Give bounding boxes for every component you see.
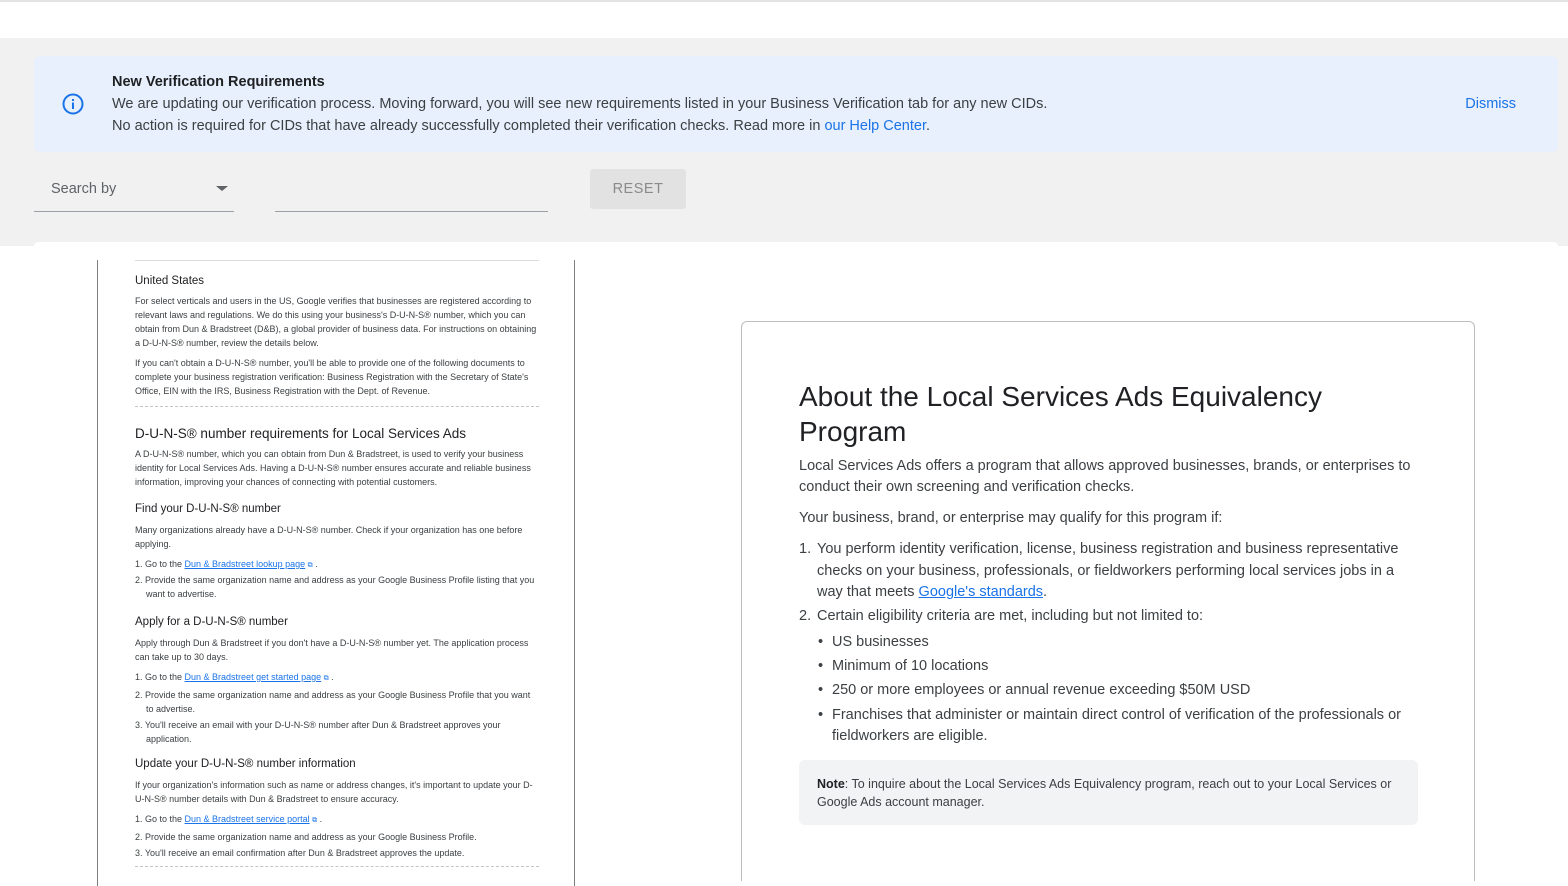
find-heading: Find your D-U-N-S® number [135,503,281,515]
bullet-icon: • [818,707,824,723]
banner-line-2-text: No action is required for CIDs that have… [112,118,825,134]
list-item: 1. Go to the Dun & Bradstreet get starte… [135,670,539,686]
list-number: 2. [799,608,812,624]
banner-line-2: No action is required for CIDs that have… [112,118,930,134]
banner-line-1: We are updating our verification process… [112,96,1048,112]
divider [135,866,539,867]
bullet-item: • US businesses [818,632,1428,653]
bullet-item: • Minimum of 10 locations [818,656,1428,677]
apply-paragraph-text: Apply through Dun & Bradstreet if you do… [135,638,529,662]
find-paragraph-text: Many organizations already have a D-U-N-… [135,525,523,549]
us-paragraph-2: If you can't obtain a D-U-N-S® number, y… [135,356,539,398]
step-text: 1. Go to the [135,672,185,682]
reset-button[interactable]: RESET [590,169,686,209]
list-item: 2. Provide the same organization name an… [135,575,535,599]
divider [135,260,539,261]
step-text: 1. Go to the [135,559,185,569]
us-paragraph-1-text: For select verticals and users in the US… [135,296,537,348]
duns-heading: D-U-N-S® number requirements for Local S… [135,426,467,441]
card-paragraph-1: Local Services Ads offers a program that… [799,458,1411,495]
list-item: 2. Certain eligibility criteria are met,… [799,606,1419,628]
list-item: 3. You'll receive an email confirmation … [135,848,465,858]
verification-banner: New Verification Requirements We are upd… [34,56,1558,152]
list-item: 1. Go to the Dun & Bradstreet service po… [135,812,539,828]
step-text: 1. Go to the [135,814,185,824]
note-box: Note: To inquire about the Local Service… [799,760,1418,825]
search-input[interactable] [275,168,548,212]
us-paragraph-2-text: If you can't obtain a D-U-N-S® number, y… [135,358,529,396]
find-steps: 1. Go to the Dun & Bradstreet lookup pag… [135,557,539,601]
bullet-icon: • [818,658,824,674]
step-suffix: . [328,672,334,682]
bullet-text: Franchises that administer or maintain d… [832,707,1401,744]
card-paragraph-2: Your business, brand, or enterprise may … [799,510,1223,526]
item-suffix: . [1043,584,1048,600]
top-divider [0,0,1568,2]
step-suffix: . [317,814,323,824]
list-item: 2. Provide the same organization name an… [135,690,531,714]
duns-help-document: United States For select verticals and u… [97,260,575,886]
bullet-item: • Franchises that administer or maintain … [818,705,1428,747]
find-paragraph: Many organizations already have a D-U-N-… [135,523,539,551]
list-item: 1. Go to the Dun & Bradstreet lookup pag… [135,557,539,573]
update-paragraph: If your organization's information such … [135,778,539,806]
apply-heading: Apply for a D-U-N-S® number [135,616,288,628]
bullet-icon: • [818,682,824,698]
update-heading: Update your D-U-N-S® number information [135,758,356,770]
caret-down-icon [216,186,228,191]
card-title: About the Local Services Ads Equivalency… [799,381,1322,447]
content-panel-edge [34,242,1558,248]
dnb-get-started-link[interactable]: Dun & Bradstreet get started page [185,672,322,682]
equivalency-program-card: About the Local Services Ads Equivalency… [741,321,1475,881]
search-by-dropdown[interactable]: Search by [34,168,234,212]
bullet-text: US businesses [832,634,929,650]
us-paragraph-1: For select verticals and users in the US… [135,294,539,350]
apply-paragraph: Apply through Dun & Bradstreet if you do… [135,636,539,664]
list-item-text: Certain eligibility criteria are met, in… [817,608,1204,624]
list-item: 2. Provide the same organization name an… [135,832,477,842]
list-item: 1. You perform identity verification, li… [799,539,1419,604]
search-by-label: Search by [51,181,117,197]
note-text: : To inquire about the Local Services Ad… [817,777,1392,809]
dnb-lookup-link[interactable]: Dun & Bradstreet lookup page [185,559,306,569]
update-steps: 1. Go to the Dun & Bradstreet service po… [135,812,539,860]
us-heading: United States [135,275,205,287]
dnb-service-portal-link[interactable]: Dun & Bradstreet service portal [185,814,310,824]
bullet-text: 250 or more employees or annual revenue … [832,682,1251,698]
banner-title: New Verification Requirements [112,74,325,90]
note-label: Note [817,777,845,791]
list-number: 1. [799,541,812,557]
list-item-text: You perform identity verification, licen… [817,539,1419,604]
banner-line-2-suffix: . [926,118,931,134]
help-center-link[interactable]: our Help Center [824,118,926,134]
bullet-icon: • [818,634,824,650]
duns-paragraph: A D-U-N-S® number, which you can obtain … [135,447,539,489]
list-item: 3. You'll receive an email with your D-U… [135,720,501,744]
divider [135,406,539,407]
duns-paragraph-text: A D-U-N-S® number, which you can obtain … [135,449,531,487]
dismiss-button[interactable]: Dismiss [1465,96,1516,112]
googles-standards-link[interactable]: Google's standards [919,584,1043,600]
bullet-text: Minimum of 10 locations [832,658,989,674]
item-text: You perform identity verification, licen… [817,541,1399,600]
step-suffix: . [312,559,318,569]
bullet-item: • 250 or more employees or annual revenue… [818,680,1428,701]
apply-steps: 1. Go to the Dun & Bradstreet get starte… [135,670,539,746]
update-paragraph-text: If your organization's information such … [135,780,533,804]
info-icon [62,93,84,115]
